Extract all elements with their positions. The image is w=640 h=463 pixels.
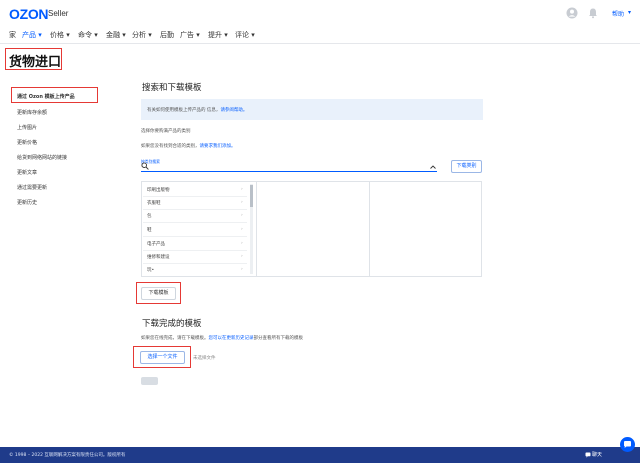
request-category-link[interactable]: 请要求我们添加。 bbox=[200, 144, 236, 149]
category-item[interactable]: 鞋 bbox=[147, 227, 152, 233]
download-button-highlight-frame bbox=[136, 282, 181, 304]
nav-item-prices[interactable]: 价格 ▾ bbox=[50, 30, 70, 40]
category-separator bbox=[143, 236, 247, 237]
sidebar-item-prices[interactable]: 更新价格 bbox=[17, 139, 37, 146]
user-icon[interactable] bbox=[566, 7, 578, 19]
sidebar-item-articles[interactable]: 更新文章 bbox=[17, 169, 37, 176]
nav-item-home[interactable]: 家 bbox=[9, 30, 16, 40]
category-item[interactable]: 电子产品 bbox=[147, 241, 165, 247]
nav-item-finance[interactable]: 金融 ▾ bbox=[106, 30, 126, 40]
category-search-input[interactable] bbox=[141, 171, 437, 172]
column-divider bbox=[369, 181, 370, 277]
category-item[interactable]: 印刷出版物 bbox=[147, 187, 170, 193]
nav-item-promotion[interactable]: 提升 ▾ bbox=[208, 30, 228, 40]
chevron-down-icon[interactable]: ▾ bbox=[628, 9, 631, 16]
sidebar-highlight-frame bbox=[11, 87, 98, 103]
column-divider bbox=[256, 181, 257, 277]
no-file-status: 未选择文件 bbox=[193, 356, 216, 361]
category-hint: 如果您没有找到合适的类别，请要求我们添加。 bbox=[141, 143, 236, 149]
chevron-right-icon: › bbox=[241, 213, 243, 218]
category-item[interactable]: 维修和建设 bbox=[147, 254, 170, 260]
scrollbar-thumb[interactable] bbox=[250, 185, 253, 207]
sidebar-item-stock[interactable]: 更新库存余额 bbox=[17, 109, 47, 116]
nav-item-reviews[interactable]: 评论 ▾ bbox=[235, 30, 255, 40]
sidebar-item-images[interactable]: 上传图片 bbox=[17, 124, 37, 131]
sidebar-item-history[interactable]: 更新历史 bbox=[17, 199, 37, 206]
category-item[interactable]: 包 bbox=[147, 213, 152, 219]
help-link-inline[interactable]: 请参阅帮助。 bbox=[220, 108, 247, 113]
upload-hint-text: 如果您在线完成，请在下载模板。 bbox=[141, 336, 209, 341]
nav-item-products[interactable]: 产品 ▾ bbox=[22, 30, 42, 40]
chevron-up-icon[interactable] bbox=[430, 165, 436, 169]
category-separator bbox=[143, 196, 247, 197]
chat-icon[interactable] bbox=[585, 452, 591, 458]
chevron-right-icon: › bbox=[241, 254, 243, 259]
nav-item-analytics[interactable]: 分析 ▾ bbox=[132, 30, 152, 40]
category-separator bbox=[143, 222, 247, 223]
chat-button[interactable]: 聊天 bbox=[592, 451, 602, 458]
message-icon bbox=[624, 441, 631, 448]
upload-submit-button[interactable] bbox=[141, 377, 158, 385]
category-item[interactable]: 玩• bbox=[147, 267, 154, 273]
nav-item-orders[interactable]: 命令 ▾ bbox=[78, 30, 98, 40]
category-separator bbox=[143, 209, 247, 210]
top-bar: OZON Seller 帮助 ▾ bbox=[0, 0, 640, 27]
chevron-right-icon: › bbox=[241, 267, 243, 272]
chevron-right-icon: › bbox=[241, 200, 243, 205]
nav-item-logistics[interactable]: 后勤 bbox=[160, 30, 174, 40]
upload-hint: 如果您在线完成，请在下载模板。您可以在更新历史记录部分查看所有下载的模板 bbox=[141, 335, 303, 341]
download-category-button[interactable]: 下载类别 bbox=[451, 160, 482, 173]
choose-category-label: 选择你要购满产品的类别 bbox=[141, 129, 191, 134]
update-history-link[interactable]: 您可以在更新历史记录 bbox=[209, 336, 254, 341]
category-separator bbox=[143, 263, 247, 264]
chevron-right-icon: › bbox=[241, 187, 243, 192]
sidebar-item-required[interactable]: 通过需要更新 bbox=[17, 184, 47, 191]
bell-icon[interactable] bbox=[587, 7, 599, 19]
ozon-logo[interactable]: OZON bbox=[9, 6, 49, 22]
help-link[interactable]: 帮助 bbox=[612, 9, 624, 18]
info-message: 有关如何使用模板上传产品的 信息， bbox=[147, 108, 221, 113]
choose-file-highlight-frame bbox=[133, 346, 191, 368]
chevron-right-icon: › bbox=[241, 227, 243, 232]
search-icon bbox=[141, 162, 149, 170]
category-hint-text: 如果您没有找到合适的类别， bbox=[141, 144, 200, 149]
category-item[interactable]: 衣服鞋 bbox=[147, 200, 161, 206]
title-highlight-frame bbox=[5, 48, 62, 70]
seller-label: Seller bbox=[48, 9, 69, 18]
info-text: 有关如何使用模板上传产品的 信息，请参阅帮助。 bbox=[147, 107, 247, 113]
footer-copyright: © 1998 – 2022 互联网解决方案有限责任公司。版权所有 bbox=[9, 453, 126, 458]
upload-hint-tail: 部分查看所有下载的模板 bbox=[253, 336, 304, 341]
chevron-right-icon: › bbox=[241, 241, 243, 246]
category-separator bbox=[143, 250, 247, 251]
sidebar-item-links[interactable]: 给货到网络网站的链接 bbox=[17, 154, 67, 161]
main-nav: 家 产品 ▾ 价格 ▾ 命令 ▾ 金融 ▾ 分析 ▾ 后勤 广告 ▾ 提升 ▾ … bbox=[0, 27, 640, 44]
upload-heading: 下载完成的模板 bbox=[142, 319, 202, 329]
search-heading: 搜索和下载模板 bbox=[142, 83, 202, 93]
nav-item-ads[interactable]: 广告 ▾ bbox=[180, 30, 200, 40]
